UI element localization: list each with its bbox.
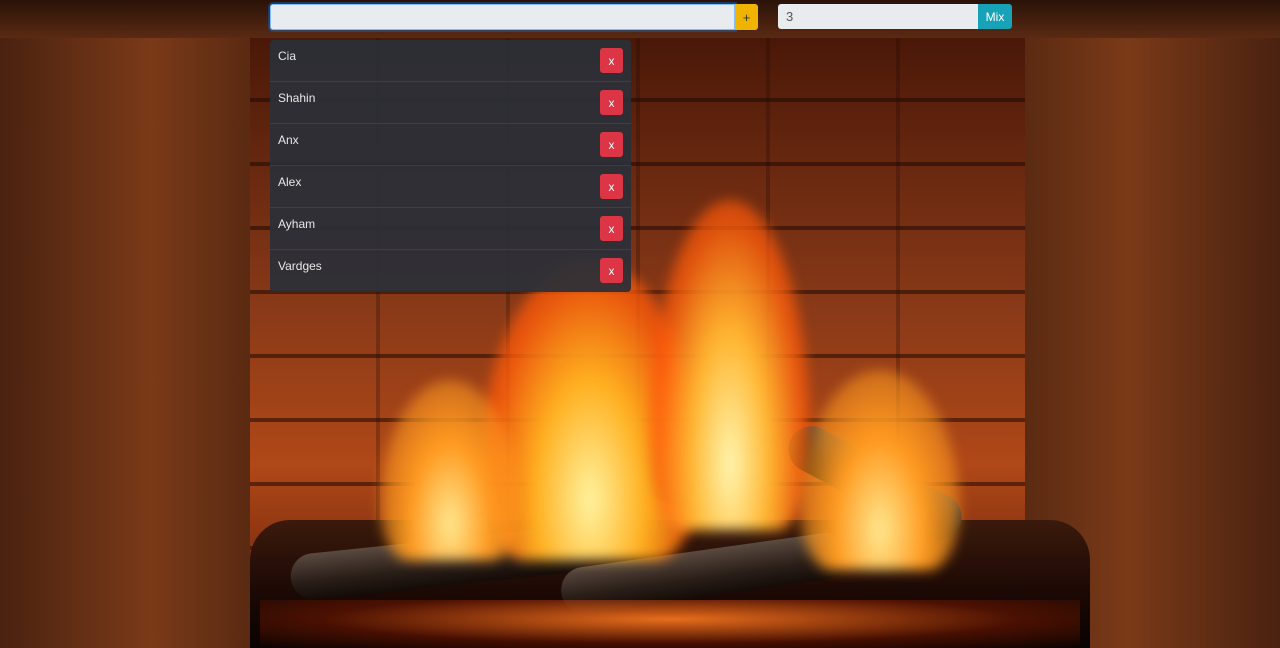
name-label: Vardges [278, 259, 322, 273]
remove-name-button[interactable]: x [600, 90, 623, 115]
app-screen: + Mix Cia x Shahin x Anx x Alex x Ayham … [0, 0, 1280, 648]
list-item: Ayham x [270, 208, 631, 250]
name-label: Ayham [278, 217, 316, 231]
remove-name-button[interactable]: x [600, 174, 623, 199]
remove-name-button[interactable]: x [600, 258, 623, 283]
embers [260, 600, 1080, 648]
add-name-group: + [270, 4, 758, 30]
name-label: Alex [278, 175, 302, 189]
name-label: Shahin [278, 91, 316, 105]
list-item: Shahin x [270, 82, 631, 124]
name-list: Cia x Shahin x Anx x Alex x Ayham x Vard… [270, 40, 631, 292]
list-item: Vardges x [270, 250, 631, 291]
name-label: Cia [278, 49, 297, 63]
name-input[interactable] [270, 4, 735, 30]
list-item: Anx x [270, 124, 631, 166]
add-name-button[interactable]: + [735, 4, 758, 30]
remove-name-button[interactable]: x [600, 216, 623, 241]
remove-name-button[interactable]: x [600, 48, 623, 73]
list-item: Alex x [270, 166, 631, 208]
mantel-left-pillar [0, 0, 250, 648]
list-item: Cia x [270, 40, 631, 82]
mix-group: Mix [778, 4, 1012, 29]
name-label: Anx [278, 133, 299, 147]
group-count-input[interactable] [778, 4, 978, 29]
mix-button[interactable]: Mix [978, 4, 1012, 29]
remove-name-button[interactable]: x [600, 132, 623, 157]
